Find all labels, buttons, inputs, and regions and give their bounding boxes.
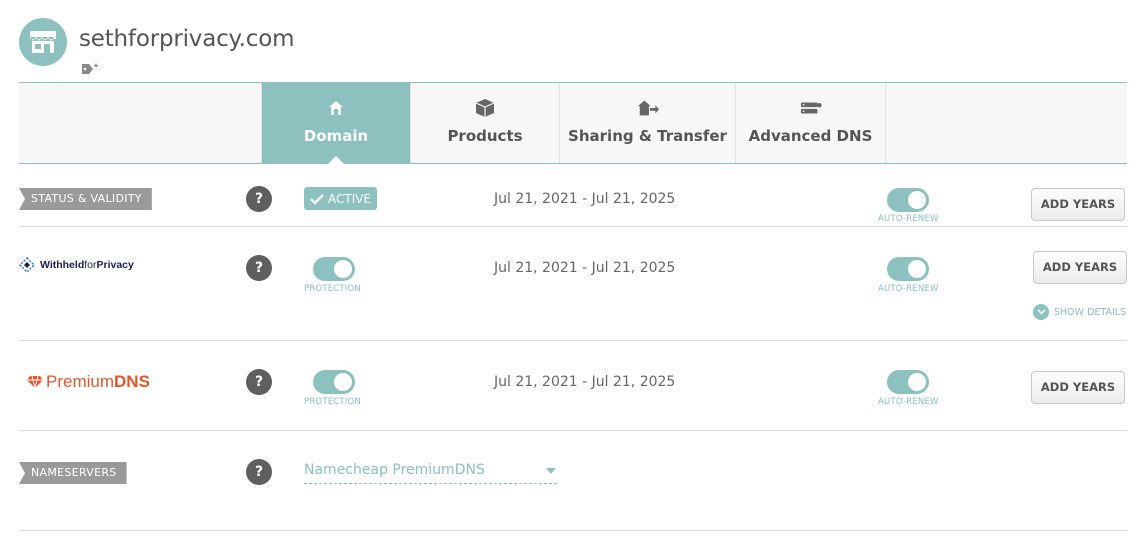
status-help-button[interactable]: ? (246, 186, 272, 212)
validity-dates: Jul 21, 2021 - Jul 21, 2025 (494, 191, 676, 207)
status-badge: ACTIVE (304, 187, 377, 210)
status-validity-label: STATUS & VALIDITY (19, 188, 152, 210)
auto-renew-caption: AUTO-RENEW (878, 214, 939, 224)
tab-domain[interactable]: Domain (261, 83, 410, 164)
logo-text-privacy: Privacy (96, 259, 134, 271)
tab-divider (885, 83, 886, 163)
premiumdns-auto-renew-toggle[interactable] (887, 370, 929, 394)
auto-renew-caption: AUTO-RENEW (878, 284, 939, 294)
logo-text-withheld: Withheld (40, 259, 85, 271)
privacy-auto-renew-toggle[interactable] (887, 257, 929, 281)
show-details-text: SHOW DETAILS (1054, 306, 1127, 318)
nameservers-label: NAMESERVERS (19, 462, 127, 484)
tab-label: Domain (303, 127, 369, 145)
domain-avatar (19, 18, 67, 66)
transfer-icon (637, 98, 659, 118)
privacy-dates: Jul 21, 2021 - Jul 21, 2025 (494, 260, 676, 276)
chevron-down-icon (1033, 304, 1049, 320)
logo-text-premium: Premium (46, 372, 115, 391)
domain-tabbar: Domain Products Sharing & Transfer Advan… (19, 82, 1127, 164)
tab-products[interactable]: Products (410, 83, 559, 163)
diamond-icon (27, 375, 43, 389)
privacy-help-button[interactable]: ? (246, 255, 272, 281)
nameservers-selected-value: Namecheap PremiumDNS (304, 462, 485, 478)
show-details-link[interactable]: SHOW DETAILS (1033, 304, 1126, 320)
caret-down-icon (546, 468, 556, 474)
nameservers-select[interactable]: Namecheap PremiumDNS (304, 462, 557, 484)
tab-label: Sharing & Transfer (568, 127, 727, 145)
add-years-button[interactable]: ADD YEARS (1031, 188, 1125, 221)
withheldforprivacy-logo: WithheldforPrivacy (19, 257, 134, 273)
check-icon (310, 193, 324, 205)
privacy-protection-toggle[interactable] (313, 257, 355, 281)
home-icon (325, 98, 347, 118)
auto-renew-toggle[interactable] (887, 188, 929, 212)
privacy-add-years-button[interactable]: ADD YEARS (1033, 251, 1127, 284)
premiumdns-add-years-button[interactable]: ADD YEARS (1031, 371, 1125, 404)
premiumdns-dates: Jul 21, 2021 - Jul 21, 2025 (494, 374, 676, 390)
premiumdns-logo: PremiumDNS (27, 372, 150, 392)
row-divider (19, 530, 1127, 531)
protection-caption: PROTECTION (304, 397, 361, 407)
server-icon (800, 98, 822, 118)
protection-caption: PROTECTION (304, 284, 361, 294)
row-divider (19, 226, 1127, 227)
page-title: sethforprivacy.com (79, 26, 295, 52)
tab-label: Products (447, 127, 523, 145)
tag-add-icon[interactable] (81, 62, 99, 76)
row-divider (19, 340, 1127, 341)
logo-text-for: for (84, 259, 97, 271)
store-icon (30, 31, 56, 53)
tab-label: Advanced DNS (748, 127, 873, 145)
auto-renew-caption: AUTO-RENEW (878, 397, 939, 407)
tab-advanced-dns[interactable]: Advanced DNS (735, 83, 885, 163)
tab-sharing-transfer[interactable]: Sharing & Transfer (559, 83, 735, 163)
box-icon (474, 98, 496, 118)
withheldforprivacy-mark-icon (19, 257, 35, 273)
status-badge-text: ACTIVE (328, 191, 372, 206)
nameservers-help-button[interactable]: ? (246, 459, 272, 485)
premiumdns-help-button[interactable]: ? (246, 369, 272, 395)
row-divider (19, 430, 1127, 431)
premiumdns-protection-toggle[interactable] (313, 370, 355, 394)
logo-text-dns: DNS (114, 372, 150, 391)
